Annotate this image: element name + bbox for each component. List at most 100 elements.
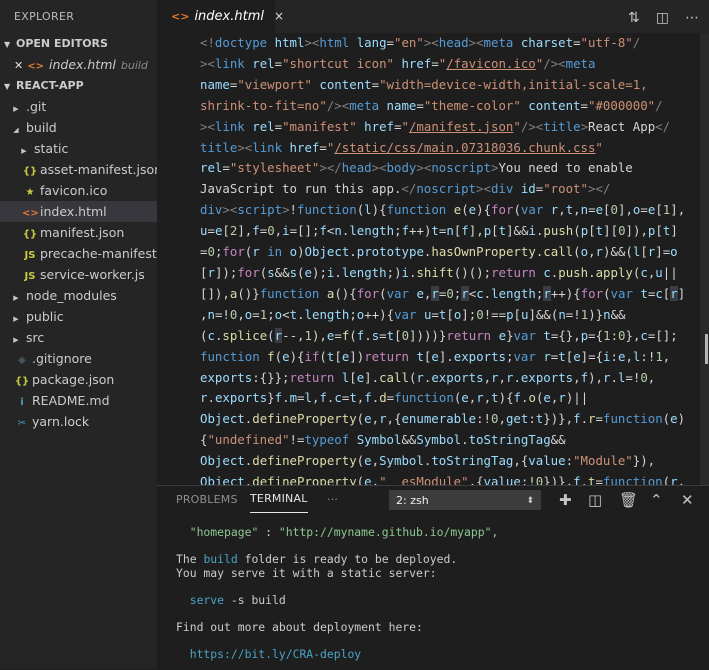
info-icon: i bbox=[20, 397, 24, 408]
more-tabs-icon[interactable]: ··· bbox=[327, 486, 338, 514]
ready-line-end: folder is ready to be deployed. bbox=[237, 552, 458, 567]
tree-item-git[interactable]: ▶ .git bbox=[0, 96, 157, 117]
tree-item-node-modules[interactable]: ▶ node_modules bbox=[0, 285, 157, 306]
terminal-select[interactable]: 2: zsh ⬍ bbox=[389, 490, 541, 510]
split-terminal-icon[interactable]: ◫ bbox=[588, 486, 602, 514]
tree-item-service-worker-js[interactable]: JS service-worker.js bbox=[0, 264, 157, 285]
tab-index-html[interactable]: <> index.html × bbox=[157, 0, 284, 33]
chevron-down-icon: ◢ bbox=[13, 126, 19, 134]
json-braces-icon: {} bbox=[22, 166, 38, 177]
bottom-panel: PROBLEMS TERMINAL ··· 2: zsh ⬍ ✚ ◫ 🗑 ⌃ ✕ … bbox=[157, 485, 709, 670]
open-editor-index-html[interactable]: ✕ <> index.html build bbox=[0, 54, 157, 75]
serve-hint-line: You may serve it with a static server: bbox=[176, 565, 437, 580]
project-header[interactable]: ▼ REACT-APP bbox=[0, 75, 157, 96]
editor-area: <> index.html × ⇅ ◫ ⋯ <!doctype html><html l… bbox=[157, 0, 709, 485]
tree-item-label: package.json bbox=[32, 372, 115, 387]
open-editors-header[interactable]: ▼ OPEN EDITORS bbox=[0, 33, 157, 54]
serve-command: serve bbox=[189, 592, 225, 607]
serve-args: -s build bbox=[224, 592, 286, 607]
open-editors-label: OPEN EDITORS bbox=[16, 37, 108, 50]
tree-item-yarn-lock[interactable]: ✂ yarn.lock bbox=[0, 411, 157, 432]
tree-item-gitignore[interactable]: ◆ .gitignore bbox=[0, 348, 157, 369]
tree-item-public[interactable]: ▶ public bbox=[0, 306, 157, 327]
tree-item-label: src bbox=[26, 330, 45, 345]
tree-item-label: precache-manifest.... bbox=[40, 246, 157, 261]
terminal-output[interactable]: "homepage" : "http://myname.github.io/my… bbox=[176, 525, 499, 662]
tree-item-build[interactable]: ◢ build bbox=[0, 117, 157, 138]
project-label: REACT-APP bbox=[16, 79, 84, 92]
open-editor-name: index.html bbox=[48, 57, 116, 72]
open-changes-icon[interactable]: ⇅ bbox=[628, 2, 640, 35]
chevron-right-icon: ▶ bbox=[13, 105, 19, 113]
resize-handle[interactable] bbox=[705, 334, 708, 364]
tree-item-label: index.html bbox=[40, 204, 107, 219]
tree-item-label: static bbox=[34, 141, 69, 156]
close-icon[interactable]: ✕ bbox=[14, 59, 23, 72]
editor-scrollbar[interactable] bbox=[700, 33, 709, 485]
deploy-info-line: Find out more about deployment here: bbox=[176, 620, 423, 635]
html-icon: <> bbox=[22, 208, 39, 219]
json-braces-icon: {} bbox=[22, 229, 38, 240]
tree-item-package-json[interactable]: {} package.json bbox=[0, 369, 157, 390]
tree-item-readme-md[interactable]: i README.md bbox=[0, 390, 157, 411]
tab-terminal[interactable]: TERMINAL bbox=[250, 486, 308, 513]
tab-problems[interactable]: PROBLEMS bbox=[176, 486, 238, 514]
tree-item-label: yarn.lock bbox=[32, 414, 90, 429]
tree-item-label: README.md bbox=[32, 393, 110, 408]
html-icon: <> bbox=[171, 10, 190, 23]
close-icon[interactable]: × bbox=[274, 9, 284, 23]
tab-label: index.html bbox=[194, 9, 264, 24]
tree-item-asset-manifest-json[interactable]: {} asset-manifest.json bbox=[0, 159, 157, 180]
tree-item-label: .git bbox=[26, 99, 47, 114]
more-actions-icon[interactable]: ⋯ bbox=[685, 2, 699, 35]
panel-tab-bar: PROBLEMS TERMINAL ··· 2: zsh ⬍ ✚ ◫ 🗑 ⌃ ✕ bbox=[157, 486, 709, 514]
chevron-right-icon: ▶ bbox=[13, 336, 19, 344]
homepage-value: "http://myname.github.io/myapp", bbox=[278, 525, 499, 539]
editor-tab-bar: <> index.html × ⇅ ◫ ⋯ bbox=[157, 0, 709, 33]
tree-item-favicon-ico[interactable]: ★ favicon.ico bbox=[0, 180, 157, 201]
new-terminal-icon[interactable]: ✚ bbox=[559, 486, 572, 514]
trash-icon[interactable]: 🗑 bbox=[619, 486, 638, 514]
tree-item-label: build bbox=[26, 120, 57, 135]
tree-item-label: service-worker.js bbox=[40, 267, 145, 282]
chevron-up-icon[interactable]: ⌃ bbox=[650, 486, 663, 514]
code-content[interactable]: <!doctype html><html lang="en"><head><me… bbox=[200, 33, 688, 485]
chevron-right-icon: ▶ bbox=[13, 294, 19, 302]
chevron-right-icon: ▶ bbox=[21, 147, 27, 155]
chevron-right-icon: ▶ bbox=[13, 315, 19, 323]
tree-item-index-html[interactable]: <>index.html bbox=[0, 201, 157, 222]
star-icon: ★ bbox=[25, 187, 35, 198]
js-icon: JS bbox=[24, 271, 36, 282]
deploy-url[interactable]: https://bit.ly/CRA-deploy bbox=[190, 647, 361, 662]
ready-line-build: build bbox=[203, 552, 238, 567]
tree-item-src[interactable]: ▶ src bbox=[0, 327, 157, 348]
chevron-down-icon: ▼ bbox=[4, 40, 11, 49]
tree-item-label: .gitignore bbox=[32, 351, 92, 366]
tree-item-static[interactable]: ▶ static bbox=[0, 138, 157, 159]
editor-actions: ⇅ ◫ ⋯ bbox=[612, 0, 699, 33]
file-tree: ▶ .git ◢ build ▶ static{} asset-manifest.json ★… bbox=[0, 96, 157, 432]
chevron-down-icon: ▼ bbox=[4, 82, 11, 91]
select-arrows-icon: ⬍ bbox=[526, 496, 534, 506]
js-icon: JS bbox=[24, 250, 36, 261]
yarn-icon: ✂ bbox=[17, 418, 27, 429]
json-braces-icon: {} bbox=[14, 376, 30, 387]
tree-item-label: node_modules bbox=[26, 288, 117, 303]
tree-item-label: manifest.json bbox=[40, 225, 125, 240]
tree-item-precache-manifest[interactable]: JS precache-manifest.... bbox=[0, 243, 157, 264]
explorer-sidebar: EXPLORER ▼ OPEN EDITORS ✕ <> index.html buil… bbox=[0, 0, 157, 669]
open-editor-dir: build bbox=[120, 59, 148, 72]
close-panel-icon[interactable]: ✕ bbox=[681, 486, 694, 514]
homepage-sep: : bbox=[258, 525, 279, 539]
terminal-select-value: 2: zsh bbox=[396, 494, 429, 507]
ready-line-start: The bbox=[176, 552, 204, 567]
homepage-key: "homepage" bbox=[189, 525, 259, 539]
tree-item-label: asset-manifest.json bbox=[40, 162, 157, 177]
html-icon: <> bbox=[27, 61, 44, 72]
split-editor-icon[interactable]: ◫ bbox=[656, 2, 669, 35]
tree-item-label: public bbox=[26, 309, 64, 324]
tree-item-manifest-json[interactable]: {} manifest.json bbox=[0, 222, 157, 243]
gitignore-icon: ◆ bbox=[18, 355, 26, 366]
tree-item-label: favicon.ico bbox=[40, 183, 108, 198]
explorer-title: EXPLORER bbox=[14, 10, 75, 23]
